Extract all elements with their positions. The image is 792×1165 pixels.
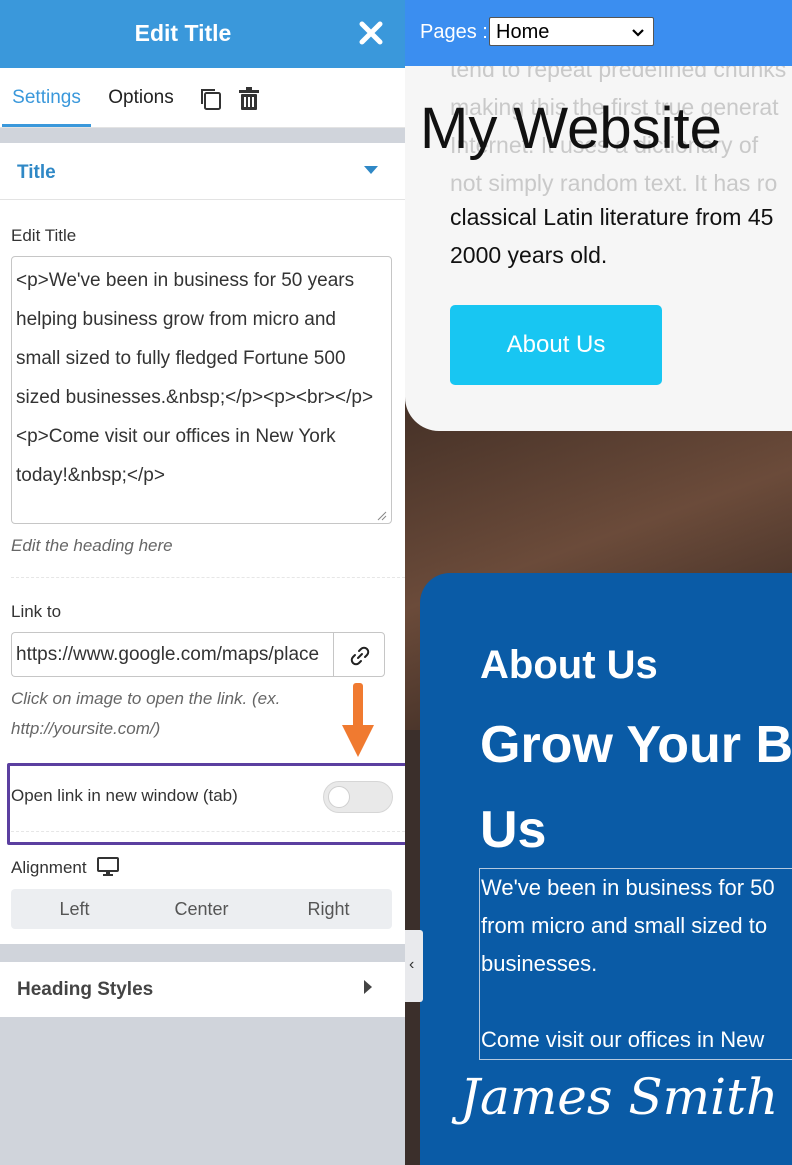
caret-right-icon bbox=[364, 980, 372, 994]
selected-title-element[interactable]: We've been in business for 50 from micro… bbox=[479, 868, 792, 1060]
tab-options[interactable]: Options bbox=[96, 68, 186, 127]
title-section-header[interactable]: Title bbox=[0, 143, 405, 200]
edit-title-textarea[interactable]: <p>We've been in business for 50 years h… bbox=[11, 256, 392, 524]
preview-topbar: Pages : Home bbox=[405, 0, 792, 66]
tab-bar: Settings Options bbox=[0, 68, 405, 128]
edit-title-help: Edit the heading here bbox=[11, 536, 173, 555]
website-preview: tend to repeat predefined chunks making … bbox=[405, 0, 792, 1165]
orange-arrow-annotation bbox=[342, 683, 374, 757]
alignment-button-group: Left Center Right bbox=[11, 889, 392, 929]
chevron-down-icon bbox=[632, 29, 644, 37]
caret-down-icon bbox=[364, 166, 378, 174]
new-window-toggle[interactable] bbox=[323, 781, 393, 813]
heading-styles-label: Heading Styles bbox=[17, 979, 154, 1000]
pages-select-value: Home bbox=[496, 21, 550, 43]
pages-select[interactable]: Home bbox=[489, 17, 654, 46]
close-icon bbox=[359, 21, 383, 45]
align-left-button[interactable]: Left bbox=[11, 889, 138, 929]
copy-icon[interactable] bbox=[198, 86, 224, 112]
panel-title: Edit Title bbox=[134, 20, 232, 46]
align-center-button[interactable]: Center bbox=[138, 889, 265, 929]
about-body-text: We've been in business for 50 from micro… bbox=[481, 875, 775, 1052]
align-right-button[interactable]: Right bbox=[265, 889, 392, 929]
resize-grip-icon[interactable] bbox=[377, 511, 387, 521]
site-title[interactable]: My Website bbox=[420, 95, 722, 162]
title-section-label: Title bbox=[17, 162, 56, 183]
heading-styles-section-header[interactable]: Heading Styles bbox=[0, 962, 405, 1017]
chevron-left-icon: ‹ bbox=[409, 956, 415, 973]
link-button[interactable] bbox=[333, 632, 385, 677]
about-heading[interactable]: About Us bbox=[480, 643, 658, 688]
close-button[interactable] bbox=[352, 14, 390, 52]
link-to-label: Link to bbox=[11, 602, 62, 621]
tab-settings[interactable]: Settings bbox=[2, 68, 91, 127]
collapse-panel-button[interactable]: ‹ bbox=[405, 930, 423, 1002]
new-window-label: Open link in new window (tab) bbox=[11, 786, 238, 805]
panel-header: Edit Title bbox=[0, 0, 405, 68]
grow-heading[interactable]: Grow Your B Us bbox=[480, 703, 792, 873]
editor-panel: Edit Title Settings Options Title Edit T… bbox=[0, 0, 405, 1165]
signature: James Smith bbox=[460, 1068, 779, 1126]
about-us-button[interactable]: About Us bbox=[450, 305, 662, 385]
edit-title-label: Edit Title bbox=[11, 226, 77, 245]
trash-icon[interactable] bbox=[236, 86, 262, 112]
hero-text: classical Latin literature from 45 2000 … bbox=[450, 204, 774, 268]
link-icon bbox=[350, 646, 370, 666]
pages-label: Pages : bbox=[420, 21, 488, 43]
monitor-icon[interactable] bbox=[97, 856, 119, 878]
about-section: About Us Grow Your B Us We've been in bu… bbox=[420, 573, 792, 1165]
link-help: Click on image to open the link. (ex. ht… bbox=[11, 689, 281, 738]
title-section: Title Edit Title <p>We've been in busine… bbox=[0, 143, 405, 944]
section-spacer bbox=[0, 944, 405, 962]
divider bbox=[11, 577, 405, 578]
alignment-label: Alignment bbox=[11, 858, 87, 877]
hero-card: tend to repeat predefined chunks making … bbox=[405, 40, 792, 431]
toggle-knob bbox=[328, 786, 350, 808]
link-url-input[interactable]: https://www.google.com/maps/place bbox=[11, 632, 334, 677]
divider bbox=[11, 831, 405, 832]
section-spacer bbox=[0, 128, 405, 143]
